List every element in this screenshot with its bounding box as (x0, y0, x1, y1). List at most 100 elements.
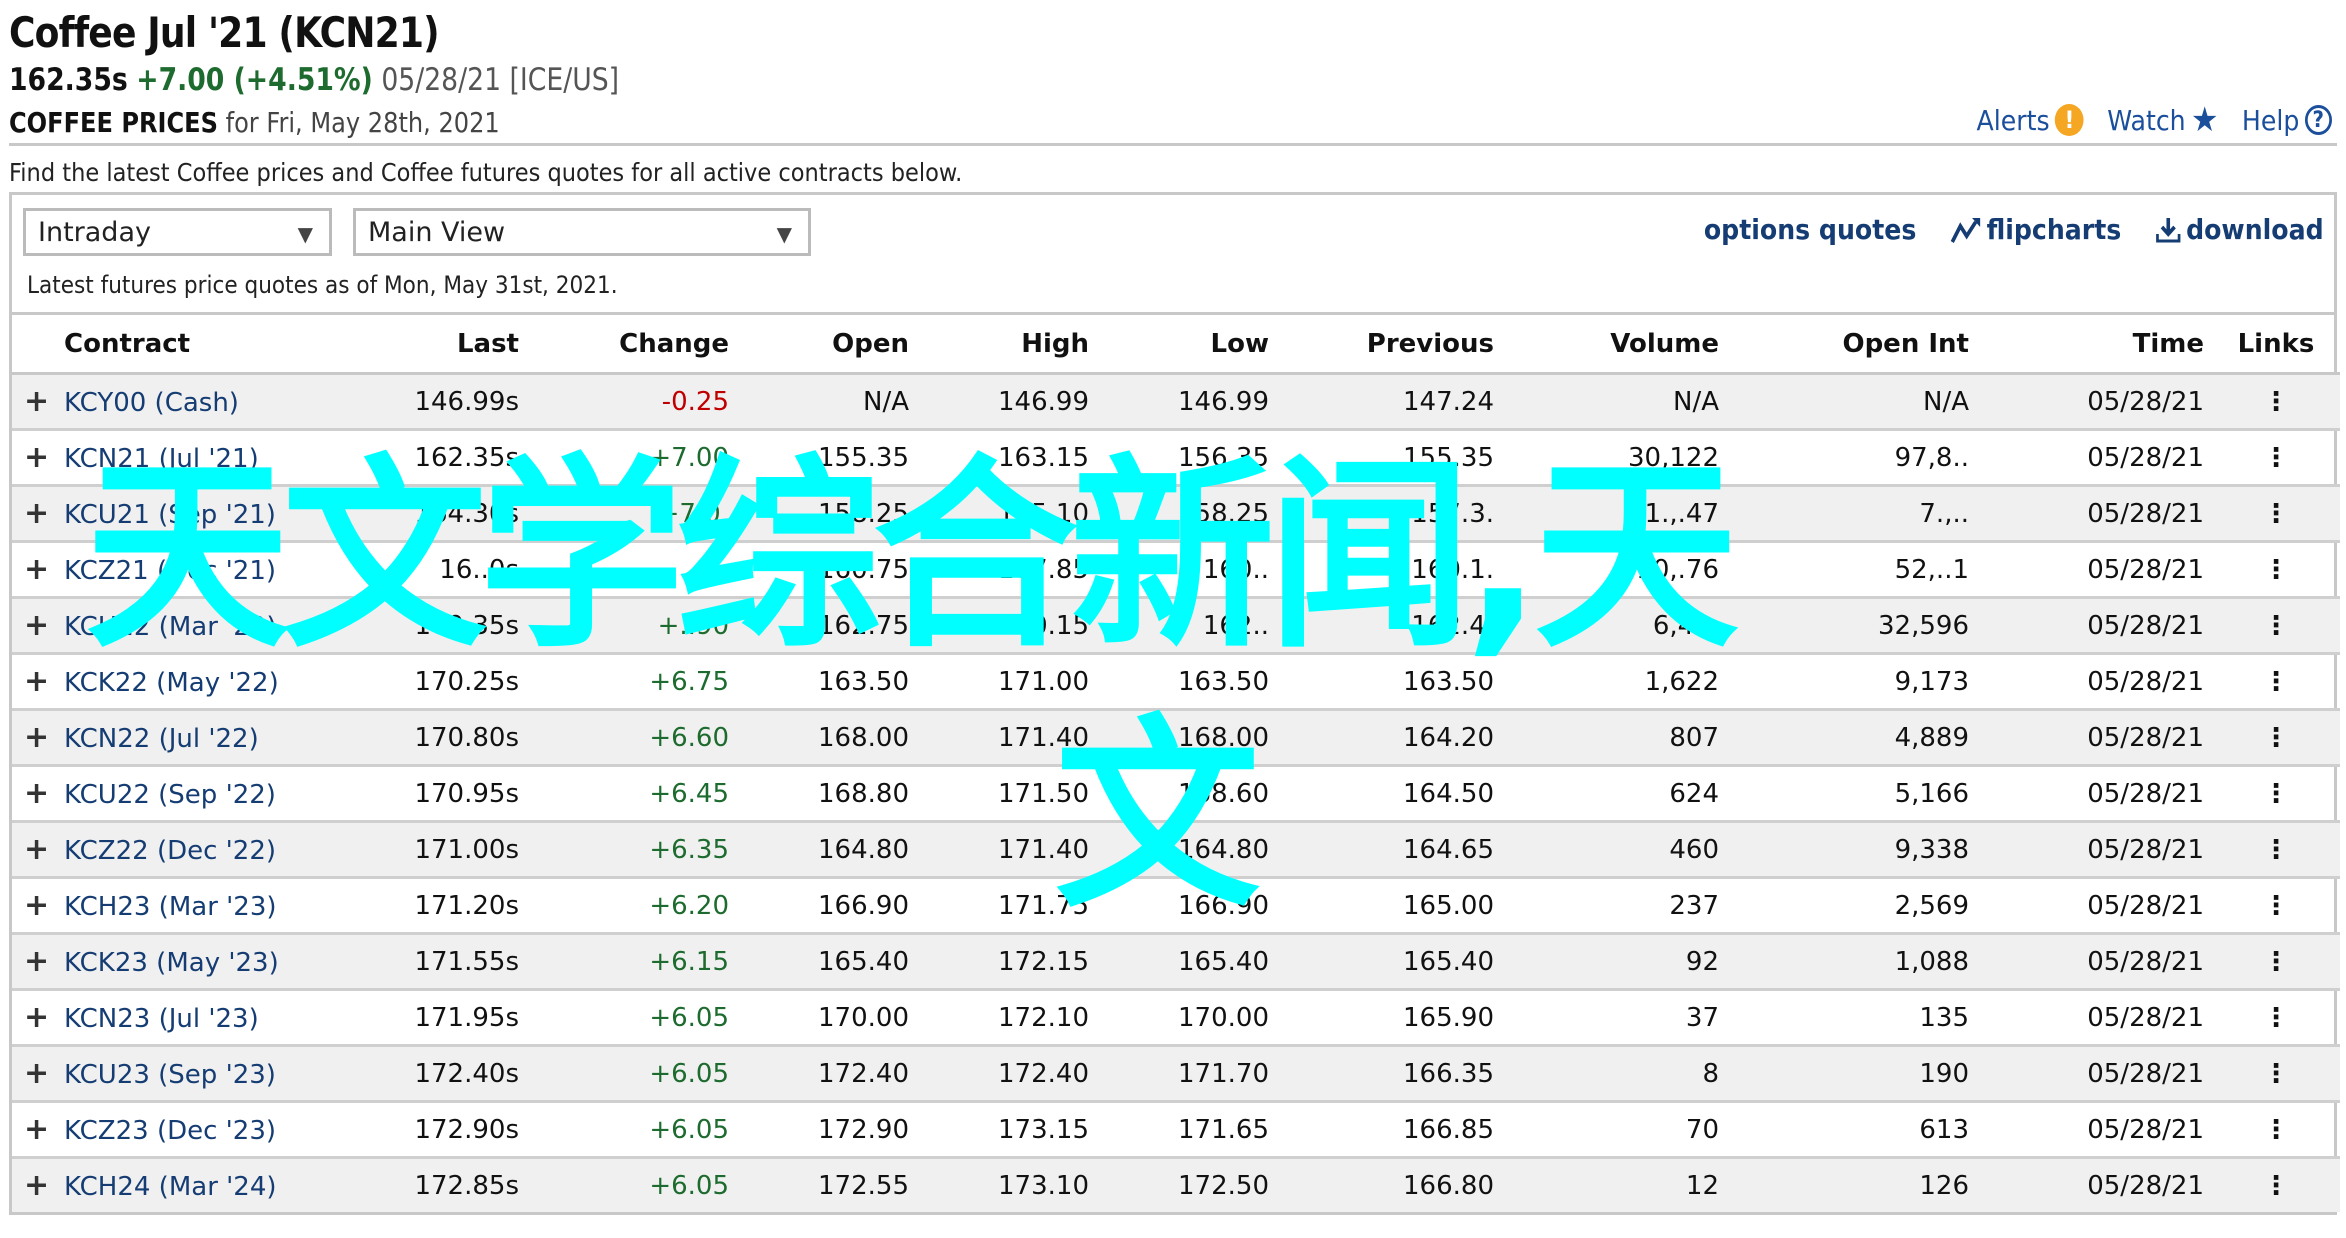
time-cell: 05/28/21 (1977, 373, 2212, 431)
column-header-volume[interactable]: Volume (1502, 315, 1727, 375)
contract-link[interactable]: KCZ22 (Dec '22) (64, 836, 276, 866)
open-int-cell: 32,596 (1727, 597, 1977, 655)
alerts-button[interactable]: Alerts ! (1977, 104, 2085, 137)
low-cell: 162.. (1097, 597, 1277, 655)
contract-link[interactable]: KCU22 (Sep '22) (64, 780, 276, 810)
last-cell: 162.35s (287, 429, 527, 487)
expand-plus-icon[interactable]: + (24, 384, 49, 419)
change-cell: +..90 (527, 597, 737, 655)
open-cell: N/A (737, 373, 917, 431)
volume-cell: 10,.76 (1502, 541, 1727, 599)
volume-cell: 237 (1502, 877, 1727, 935)
column-header-open[interactable]: Open (737, 315, 917, 375)
expand-plus-icon[interactable]: + (24, 720, 49, 755)
low-cell: 156.35 (1097, 429, 1277, 487)
more-options-icon[interactable]: ⋮ (2263, 555, 2289, 585)
last-cell: 171.00s (287, 821, 527, 879)
contract-link[interactable]: KCK22 (May '22) (64, 668, 279, 698)
previous-cell: 164.50 (1277, 765, 1502, 823)
more-options-icon[interactable]: ⋮ (2263, 723, 2289, 753)
help-button[interactable]: Help ? (2242, 104, 2332, 137)
more-options-icon[interactable]: ⋮ (2263, 947, 2289, 977)
expand-plus-icon[interactable]: + (24, 552, 49, 587)
links-cell: ⋮ (2212, 765, 2340, 823)
column-header-high[interactable]: High (917, 315, 1097, 375)
contract-link[interactable]: KCN22 (Jul '22) (64, 724, 259, 754)
contract-cell: + KCK23 (May '23) (12, 933, 287, 991)
flipcharts-link[interactable]: flipcharts (1951, 213, 2122, 246)
period-select[interactable]: Intraday ▼ (23, 208, 332, 256)
expand-plus-icon[interactable]: + (24, 1056, 49, 1091)
change-cell: +6.05 (527, 1101, 737, 1159)
previous-cell: 155.35 (1277, 429, 1502, 487)
expand-plus-icon[interactable]: + (24, 888, 49, 923)
view-select[interactable]: Main View ▼ (353, 208, 811, 256)
expand-plus-icon[interactable]: + (24, 496, 49, 531)
more-options-icon[interactable]: ⋮ (2263, 835, 2289, 865)
contract-link[interactable]: KCN21 (Jul '21) (64, 444, 259, 474)
contract-link[interactable]: KCH23 (Mar '23) (64, 892, 277, 922)
watch-button[interactable]: Watch ★ (2107, 100, 2218, 140)
expand-plus-icon[interactable]: + (24, 776, 49, 811)
contract-link[interactable]: KCY00 (Cash) (64, 388, 239, 418)
more-options-icon[interactable]: ⋮ (2263, 1059, 2289, 1089)
column-header-change[interactable]: Change (527, 315, 737, 375)
open-int-cell: 126 (1727, 1157, 1977, 1212)
expand-plus-icon[interactable]: + (24, 440, 49, 475)
column-header-previous[interactable]: Previous (1277, 315, 1502, 375)
column-header-links: Links (2212, 315, 2340, 375)
table-row: + KCH24 (Mar '24) 172.85s +6.05 172.55 173.10… (12, 1157, 2340, 1212)
chevron-down-icon: ▼ (776, 222, 792, 246)
options-quotes-link[interactable]: options quotes (1704, 213, 1916, 246)
column-header-time[interactable]: Time (1977, 315, 2212, 375)
expand-plus-icon[interactable]: + (24, 832, 49, 867)
last-cell: 170.95s (287, 765, 527, 823)
star-icon: ★ (2191, 100, 2219, 140)
open-int-cell: 190 (1727, 1045, 1977, 1103)
watch-label: Watch (2107, 103, 2186, 137)
contract-link[interactable]: KCU23 (Sep '23) (64, 1060, 276, 1090)
more-options-icon[interactable]: ⋮ (2263, 1003, 2289, 1033)
header-divider (9, 143, 2337, 146)
help-question-icon: ? (2305, 105, 2332, 135)
expand-plus-icon[interactable]: + (24, 944, 49, 979)
change-cell: +6.05 (527, 1045, 737, 1103)
contract-link[interactable]: KCK23 (May '23) (64, 948, 279, 978)
change-cell: +7.0. (527, 485, 737, 543)
table-row: + KCH22 (Mar '22) 169.35s +..90 162.75 170.15… (12, 597, 2340, 655)
column-header-open-int[interactable]: Open Int (1727, 315, 1977, 375)
contract-link[interactable]: KCN23 (Jul '23) (64, 1004, 259, 1034)
as-of-text: Latest futures price quotes as of Mon, M… (27, 271, 618, 299)
more-options-icon[interactable]: ⋮ (2263, 779, 2289, 809)
expand-plus-icon[interactable]: + (24, 608, 49, 643)
open-cell: 172.55 (737, 1157, 917, 1212)
previous-cell: 164.20 (1277, 709, 1502, 767)
contract-link[interactable]: KCZ21 (Dec '21) (64, 556, 276, 586)
column-header-low[interactable]: Low (1097, 315, 1277, 375)
contract-link[interactable]: KCZ23 (Dec '23) (64, 1116, 276, 1146)
more-options-icon[interactable]: ⋮ (2263, 443, 2289, 473)
more-options-icon[interactable]: ⋮ (2263, 1171, 2289, 1201)
expand-plus-icon[interactable]: + (24, 664, 49, 699)
contract-cell: + KCY00 (Cash) (12, 373, 287, 431)
more-options-icon[interactable]: ⋮ (2263, 891, 2289, 921)
expand-plus-icon[interactable]: + (24, 1000, 49, 1035)
contract-link[interactable]: KCH22 (Mar '22) (64, 612, 277, 642)
column-header-contract[interactable]: Contract (12, 315, 287, 375)
more-options-icon[interactable]: ⋮ (2263, 611, 2289, 641)
more-options-icon[interactable]: ⋮ (2263, 387, 2289, 417)
time-cell: 05/28/21 (1977, 541, 2212, 599)
expand-plus-icon[interactable]: + (24, 1168, 49, 1203)
table-row: + KCH23 (Mar '23) 171.20s +6.20 166.90 171.75… (12, 877, 2340, 935)
expand-plus-icon[interactable]: + (24, 1112, 49, 1147)
low-cell: 146.99 (1097, 373, 1277, 431)
download-link[interactable]: download (2156, 213, 2324, 246)
links-cell: ⋮ (2212, 821, 2340, 879)
contract-link[interactable]: KCH24 (Mar '24) (64, 1172, 277, 1202)
more-options-icon[interactable]: ⋮ (2263, 499, 2289, 529)
more-options-icon[interactable]: ⋮ (2263, 667, 2289, 697)
contract-link[interactable]: KCU21 (Sep '21) (64, 500, 276, 530)
more-options-icon[interactable]: ⋮ (2263, 1115, 2289, 1145)
column-header-last[interactable]: Last (287, 315, 527, 375)
download-label: download (2186, 213, 2324, 246)
